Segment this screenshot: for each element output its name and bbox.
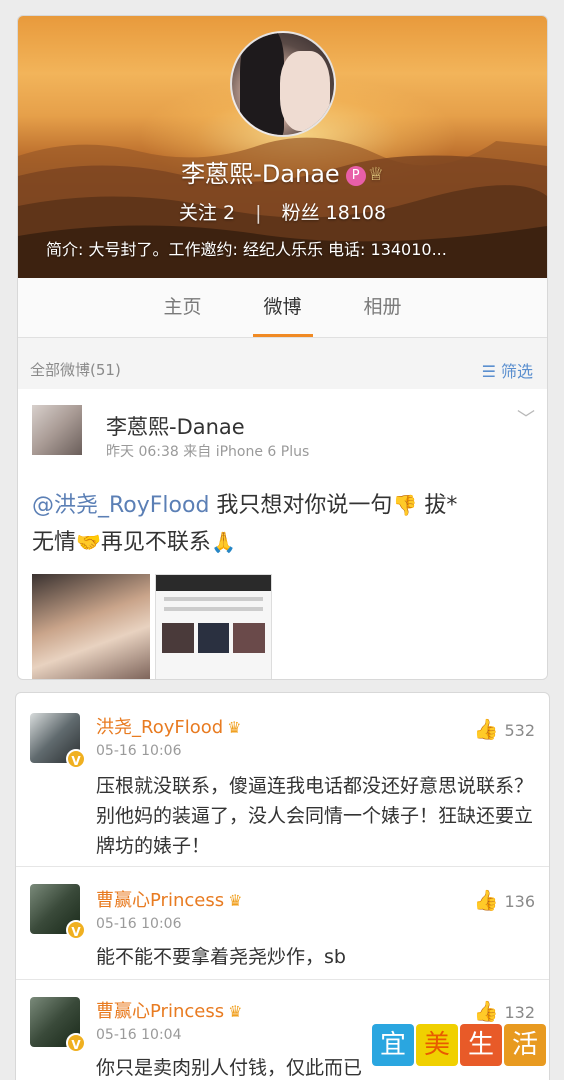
commenter-name[interactable]: 洪尧_RoyFlood ♛	[96, 713, 242, 739]
crown-icon: ♛	[227, 718, 242, 737]
like-button[interactable]: 👍 136	[474, 888, 535, 912]
comment-item: V 曹赢心Princess ♛ 05-16 10:06 能不能不要拿着尧尧炒作，s…	[16, 868, 549, 980]
post-meta: 昨天 06:38 来自 iPhone 6 Plus	[106, 444, 310, 460]
like-button[interactable]: 👍 132	[474, 999, 535, 1023]
crown-icon: ♛	[228, 1002, 243, 1021]
comment-text: 压根就没联系，傻逼连我电话都没还好意思说联系？别他妈的装逼了，没人会同情一个婊子…	[96, 775, 534, 857]
tab-album[interactable]: 相册	[333, 278, 433, 337]
profile-bio: 简介: 大号封了。工作邀约: 经纪人乐乐 电话: 134010...	[46, 240, 447, 259]
vip-badge-icon: P	[345, 166, 366, 186]
comment-item: V 洪尧_RoyFlood ♛ 05-16 10:06 压根就没联系，傻逼连我电话…	[16, 693, 549, 867]
like-icon: 👍	[473, 717, 499, 741]
post-avatar[interactable]	[32, 405, 82, 455]
post-image-2[interactable]	[155, 574, 272, 679]
chevron-down-icon[interactable]: ﹀	[517, 405, 535, 431]
crown-icon: ♛	[228, 891, 243, 910]
follow-link[interactable]: 关注 2	[179, 202, 235, 224]
fans-link[interactable]: 粉丝 18108	[282, 202, 387, 224]
profile-name-row: 李蒽熙-Danae P ♕	[18, 154, 547, 189]
verified-icon: V	[66, 749, 86, 769]
commenter-name[interactable]: 曹赢心Princess ♛	[96, 886, 242, 912]
handshake-icon: 🤝	[76, 530, 101, 554]
comment-text: 能不能不要拿着尧尧炒作，sb	[96, 946, 346, 968]
profile-avatar[interactable]	[230, 31, 336, 137]
all-posts-count: 全部微博(51)	[30, 361, 121, 379]
thumbs-down-icon: 👎	[392, 493, 418, 517]
like-icon: 👍	[473, 999, 499, 1023]
crown-icon: ♕	[367, 164, 384, 185]
comment-time: 05-16 10:04	[96, 1027, 182, 1043]
post-image-1[interactable]	[32, 574, 150, 679]
commenter-name[interactable]: 曹赢心Princess ♛	[96, 997, 242, 1023]
like-icon: 👍	[473, 888, 499, 912]
filter-button[interactable]: ☰ 筛选	[482, 358, 533, 382]
tab-weibo[interactable]: 微博	[233, 278, 333, 337]
like-button[interactable]: 👍 532	[474, 717, 535, 741]
watermark-logo: 宜 美 生 活	[372, 1024, 548, 1068]
filter-bar: 全部微博(51) ☰ 筛选	[18, 351, 547, 385]
pray-icon: 🙏	[210, 530, 236, 554]
post-text: @洪尧_RoyFlood 我只想对你说一句👎 拔* 无情🤝再见不联系🙏	[32, 493, 458, 555]
comments-card: V 洪尧_RoyFlood ♛ 05-16 10:06 压根就没联系，傻逼连我电话…	[15, 692, 550, 1080]
verified-icon: V	[66, 1033, 86, 1053]
mention-link[interactable]: @洪尧_RoyFlood	[32, 493, 209, 518]
weibo-post: 李蒽熙-Danae 昨天 06:38 来自 iPhone 6 Plus ﹀ @洪…	[18, 389, 547, 679]
comment-time: 05-16 10:06	[96, 743, 182, 759]
cover-image: 李蒽熙-Danae P ♕ 关注 2 | 粉丝 18108 简介: 大号封了。工作邀…	[18, 16, 547, 278]
profile-card: 李蒽熙-Danae P ♕ 关注 2 | 粉丝 18108 简介: 大号封了。工作邀…	[17, 15, 548, 680]
verified-icon: V	[66, 920, 86, 940]
comment-time: 05-16 10:06	[96, 916, 182, 932]
follow-stats: 关注 2 | 粉丝 18108	[18, 198, 547, 225]
profile-name: 李蒽熙-Danae	[181, 160, 340, 188]
tab-home[interactable]: 主页	[133, 278, 233, 337]
post-author[interactable]: 李蒽熙-Danae	[106, 411, 245, 441]
profile-tabs: 主页 微博 相册	[18, 278, 547, 338]
stats-separator: |	[255, 202, 262, 224]
